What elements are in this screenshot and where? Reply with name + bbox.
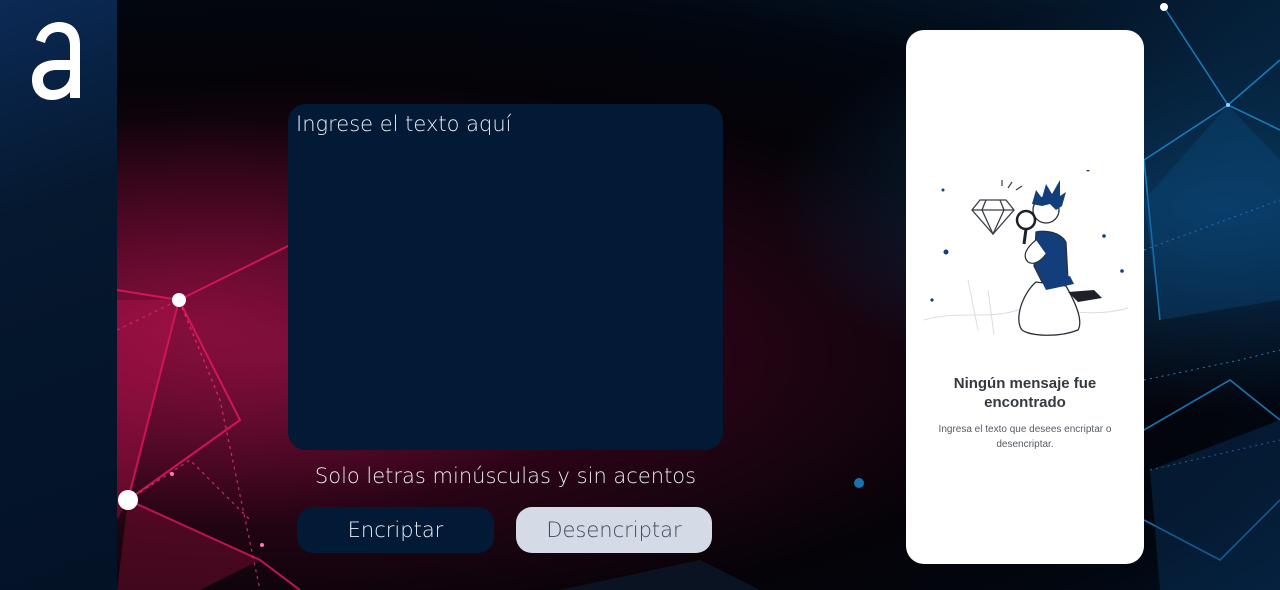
text-input-container [288, 104, 723, 450]
decrypt-button[interactable]: Desencriptar [516, 507, 712, 553]
empty-state-title: Ningún mensaje fue encontrado [953, 375, 1097, 411]
network-node [118, 490, 138, 510]
person-with-magnifying-glass-illustration [923, 170, 1129, 336]
sidebar [0, 0, 117, 590]
alura-logo-icon [32, 22, 80, 100]
message-input[interactable] [294, 110, 721, 448]
input-hint: Solo letras minúsculas y sin acentos [314, 464, 697, 488]
output-panel: Ningún mensaje fue encontrado Ingresa el… [906, 30, 1144, 564]
empty-state-subtitle: Ingresa el texto que desees encriptar o … [938, 424, 1112, 450]
encrypt-button[interactable]: Encriptar [297, 507, 494, 553]
network-node [172, 293, 186, 307]
